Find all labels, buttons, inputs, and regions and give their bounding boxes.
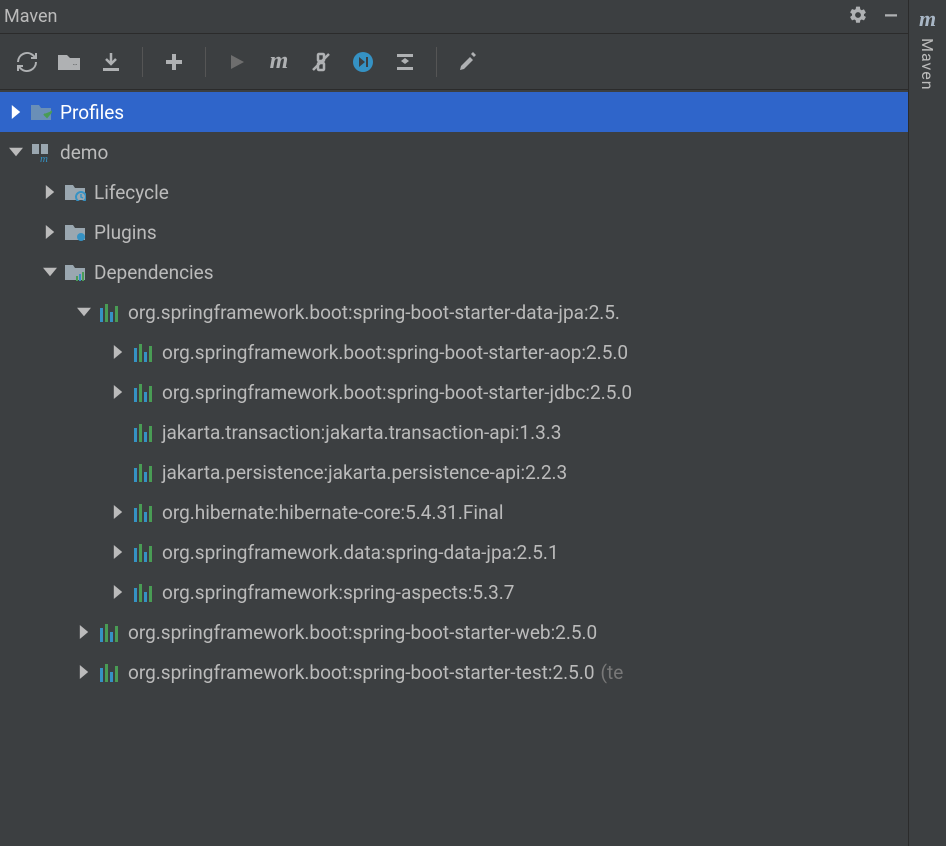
tree-node-profiles[interactable]: Profiles	[0, 92, 908, 132]
dependency-label: org.springframework.boot:spring-boot-sta…	[162, 381, 632, 404]
chevron-right-icon[interactable]	[38, 185, 62, 199]
maven-settings-icon[interactable]	[449, 42, 487, 82]
dependency-label: org.springframework.boot:spring-boot-sta…	[162, 341, 628, 364]
dependency-label: org.springframework.data:spring-data-jpa…	[162, 541, 559, 564]
tree-node-dependency[interactable]: org.springframework.boot:spring-boot-sta…	[0, 652, 908, 692]
tree-node-dependency[interactable]: org.springframework.boot:spring-boot-sta…	[0, 332, 908, 372]
dependency-label: org.hibernate:hibernate-core:5.4.31.Fina…	[162, 501, 503, 524]
title-bar: Maven	[0, 0, 908, 34]
library-icon	[96, 302, 122, 322]
chevron-right-icon[interactable]	[72, 625, 96, 639]
tree-node-dependency[interactable]: org.hibernate:hibernate-core:5.4.31.Fina…	[0, 492, 908, 532]
panel-title: Maven	[4, 6, 57, 27]
library-icon	[130, 542, 156, 562]
chevron-down-icon[interactable]	[4, 145, 28, 159]
toolbar-separator	[205, 47, 206, 77]
toolbar: m	[0, 34, 908, 90]
tree-node-dependency[interactable]: jakarta.transaction:jakarta.transaction-…	[0, 412, 908, 452]
tree-node-dependencies[interactable]: Dependencies	[0, 252, 908, 292]
folder-plugins-icon	[62, 223, 88, 241]
tree-node-project[interactable]: m demo	[0, 132, 908, 172]
dependency-label: jakarta.transaction:jakarta.transaction-…	[162, 421, 561, 444]
chevron-right-icon[interactable]	[106, 585, 130, 599]
library-icon	[96, 622, 122, 642]
tree-node-dependency[interactable]: org.springframework.boot:spring-boot-sta…	[0, 292, 908, 332]
chevron-right-icon[interactable]	[106, 505, 130, 519]
tree-node-dependency[interactable]: jakarta.persistence:jakarta.persistence-…	[0, 452, 908, 492]
toggle-skip-tests-icon[interactable]	[344, 42, 382, 82]
library-icon	[130, 462, 156, 482]
tree-node-dependency[interactable]: org.springframework.data:spring-data-jpa…	[0, 532, 908, 572]
tree-label: demo	[60, 141, 108, 164]
chevron-right-icon[interactable]	[38, 225, 62, 239]
chevron-right-icon[interactable]	[106, 545, 130, 559]
tree-node-lifecycle[interactable]: Lifecycle	[0, 172, 908, 212]
tree-node-dependency[interactable]: org.springframework:spring-aspects:5.3.7	[0, 572, 908, 612]
dependency-label: org.springframework.boot:spring-boot-sta…	[128, 661, 595, 684]
folder-dependencies-icon	[62, 263, 88, 281]
add-project-icon[interactable]	[155, 42, 193, 82]
right-tool-strip[interactable]: m Maven	[909, 0, 946, 846]
maven-m-icon: m	[919, 6, 936, 32]
tree-label: Lifecycle	[94, 181, 169, 204]
chevron-right-icon[interactable]	[106, 385, 130, 399]
chevron-right-icon[interactable]	[4, 105, 28, 119]
library-icon	[130, 382, 156, 402]
dependency-label: jakarta.persistence:jakarta.persistence-…	[162, 461, 567, 484]
toolbar-separator	[436, 47, 437, 77]
tree-node-dependency[interactable]: org.springframework.boot:spring-boot-sta…	[0, 612, 908, 652]
library-icon	[130, 502, 156, 522]
maven-panel: Maven m	[0, 0, 909, 846]
tree-label: Dependencies	[94, 261, 214, 284]
tree-node-plugins[interactable]: Plugins	[0, 212, 908, 252]
library-icon	[130, 582, 156, 602]
tree-label: Plugins	[94, 221, 157, 244]
show-dependencies-icon[interactable]	[386, 42, 424, 82]
reload-icon[interactable]	[8, 42, 46, 82]
dependency-label: org.springframework.boot:spring-boot-sta…	[128, 621, 597, 644]
tree-node-dependency[interactable]: org.springframework.boot:spring-boot-sta…	[0, 372, 908, 412]
chevron-right-icon[interactable]	[72, 665, 96, 679]
generate-sources-icon[interactable]	[50, 42, 88, 82]
folder-lifecycle-icon	[62, 183, 88, 201]
dependency-label: org.springframework:spring-aspects:5.3.7	[162, 581, 514, 604]
folder-profiles-icon	[28, 103, 54, 121]
maven-tree[interactable]: Profiles m demo Lifecycle Plugins	[0, 90, 908, 846]
library-icon	[130, 422, 156, 442]
gear-icon[interactable]	[848, 5, 868, 29]
svg-text:m: m	[40, 153, 48, 163]
library-icon	[96, 662, 122, 682]
maven-module-icon: m	[28, 141, 54, 163]
dependency-scope: (te	[601, 661, 624, 684]
chevron-down-icon[interactable]	[72, 305, 96, 319]
download-sources-icon[interactable]	[92, 42, 130, 82]
toolbar-separator	[142, 47, 143, 77]
minimize-icon[interactable]	[882, 6, 900, 28]
run-icon[interactable]	[218, 42, 256, 82]
chevron-right-icon[interactable]	[106, 345, 130, 359]
library-icon	[130, 342, 156, 362]
execute-maven-goal-icon[interactable]: m	[260, 42, 298, 82]
tree-label: Profiles	[60, 101, 124, 124]
maven-sidebar-label: Maven	[918, 38, 937, 91]
toggle-offline-icon[interactable]	[302, 42, 340, 82]
chevron-down-icon[interactable]	[38, 265, 62, 279]
dependency-label: org.springframework.boot:spring-boot-sta…	[128, 301, 620, 324]
